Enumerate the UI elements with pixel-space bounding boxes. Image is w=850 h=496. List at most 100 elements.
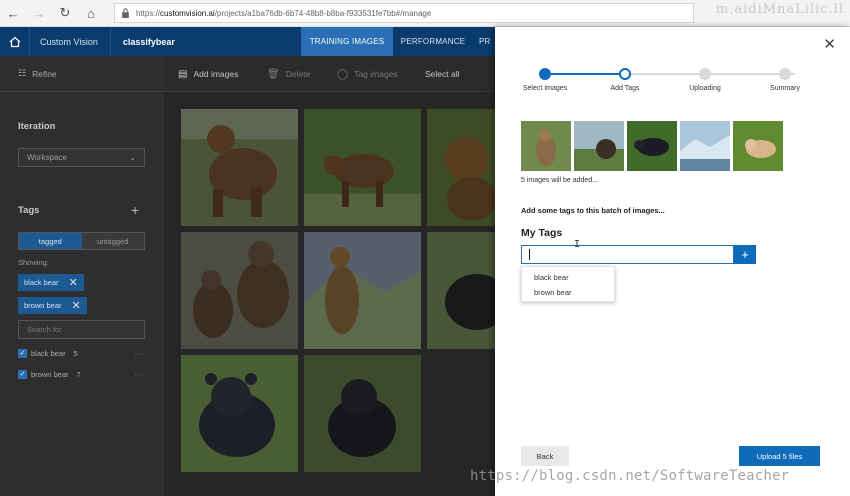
- refresh-icon[interactable]: ↻: [52, 0, 78, 27]
- bear-image-tile[interactable]: [304, 355, 421, 472]
- showing-label: Showing:: [18, 258, 49, 267]
- add-images-label: Add images: [193, 69, 239, 79]
- add-images-button[interactable]: ▤ Add images: [178, 56, 238, 92]
- refine-button[interactable]: ☷ Refine: [0, 56, 164, 92]
- brown-bear-photo: [181, 109, 298, 226]
- bear-image-tile[interactable]: [304, 109, 421, 226]
- remove-chip-icon[interactable]: ✕: [69, 276, 78, 289]
- bear-image-tile[interactable]: [427, 109, 495, 226]
- forward-arrow-icon[interactable]: →: [26, 0, 52, 27]
- step-label: Summary: [770, 85, 800, 92]
- tag-search-input[interactable]: Search for: [18, 320, 145, 339]
- filter-chip-label: black bear: [24, 278, 59, 287]
- brown-bear-photo: [181, 232, 298, 349]
- left-sidebar: ☷ Refine Iteration Workspace ⌄ Tags + ta…: [0, 56, 164, 496]
- batch-tag-prompt: Add some tags to this batch of images...: [521, 206, 665, 215]
- add-images-dialog: ✕ Select Images Add Tags Uploading Summa…: [495, 27, 850, 496]
- app-home-button[interactable]: [0, 27, 30, 56]
- bear-image-tile[interactable]: [181, 355, 298, 472]
- upload-files-button[interactable]: Upload 5 files: [739, 446, 820, 466]
- ibeam-cursor-icon: I: [574, 239, 581, 250]
- tag-icon: ◯: [337, 68, 349, 80]
- brown-bear-photo: [304, 109, 421, 226]
- my-tags-heading: My Tags: [521, 227, 563, 239]
- black-bear-photo: [304, 355, 421, 472]
- tab-training-images[interactable]: TRAINING IMAGES: [301, 27, 393, 56]
- more-options-icon[interactable]: ···: [135, 370, 146, 379]
- tag-list-item[interactable]: ✓ brown bear 7 ···: [18, 367, 145, 381]
- step-dot-current: [619, 68, 631, 80]
- selected-image-thumb: [574, 121, 624, 171]
- remove-chip-icon[interactable]: ✕: [72, 299, 81, 312]
- filter-chip-black-bear: black bear ✕: [18, 274, 84, 291]
- selected-image-thumb: [627, 121, 677, 171]
- more-options-icon[interactable]: ···: [135, 349, 146, 358]
- add-image-icon: ▤: [178, 68, 188, 80]
- tag-suggestion-item[interactable]: black bear: [522, 270, 614, 285]
- back-arrow-icon[interactable]: ←: [0, 0, 26, 27]
- add-tag-button[interactable]: +: [734, 245, 756, 264]
- tag-list-item[interactable]: ✓ black bear 5 ···: [18, 346, 145, 360]
- filter-chip-label: brown bear: [24, 301, 62, 310]
- trash-icon: 🗑: [267, 68, 280, 80]
- selected-images-strip: [521, 121, 783, 171]
- watermark-top: m.aidiMnaLilic.ll: [715, 2, 844, 17]
- bear-image-tile[interactable]: [304, 232, 421, 349]
- selected-image-thumb: [680, 121, 730, 171]
- step-label: Select Images: [522, 85, 568, 92]
- home-icon[interactable]: ⌂: [78, 0, 104, 27]
- text-caret: [529, 249, 530, 260]
- brown-bear-photo: [304, 232, 421, 349]
- tag-input[interactable]: [521, 245, 734, 264]
- step-line-complete: [545, 73, 625, 75]
- app-name[interactable]: Custom Vision: [30, 27, 111, 56]
- iteration-select-value: Workspace: [27, 153, 67, 162]
- tag-suggestions-dropdown: black bear brown bear: [521, 266, 615, 302]
- tagged-toggle: tagged untagged: [18, 232, 145, 250]
- image-grid: [164, 92, 495, 496]
- project-name[interactable]: classifybear: [111, 37, 175, 47]
- iteration-select[interactable]: Workspace ⌄: [18, 148, 145, 167]
- delete-label: Delete: [285, 69, 311, 79]
- black-bear-photo: [181, 355, 298, 472]
- selected-image-thumb: [521, 121, 571, 171]
- tab-performance[interactable]: PERFORMANCE: [396, 27, 470, 56]
- refine-label: Refine: [32, 68, 57, 79]
- step-dot-complete: [539, 68, 551, 80]
- close-icon[interactable]: ✕: [823, 35, 836, 53]
- house-icon: [9, 36, 20, 47]
- tag-images-button[interactable]: ◯ Tag images: [337, 56, 398, 92]
- image-toolbar: ▤ Add images 🗑 Delete ◯ Tag images Selec…: [164, 56, 495, 92]
- tag-suggestion-item[interactable]: brown bear: [522, 285, 614, 300]
- refine-icon: ☷: [18, 68, 27, 78]
- bear-image-tile[interactable]: [181, 232, 298, 349]
- url-prefix: https://: [136, 8, 161, 18]
- url-path: /projects/a1ba76db-6b74-48b8-b8ba-f93353…: [214, 8, 432, 18]
- select-all-button[interactable]: Select all: [425, 56, 460, 92]
- add-tag-plus-icon[interactable]: +: [131, 202, 139, 218]
- chevron-down-icon: ⌄: [129, 153, 136, 162]
- brown-bear-photo: [427, 109, 495, 226]
- tags-title: Tags: [18, 205, 40, 216]
- checkbox-checked-icon[interactable]: ✓: [18, 369, 27, 379]
- step-label: Uploading: [689, 85, 721, 92]
- tag-images-label: Tag images: [354, 69, 398, 79]
- black-bear-photo: [427, 232, 495, 349]
- back-button[interactable]: Back: [521, 446, 569, 466]
- tagged-option[interactable]: tagged: [19, 233, 82, 249]
- untagged-option[interactable]: untagged: [81, 233, 144, 249]
- tab-predictions[interactable]: PR: [479, 27, 495, 56]
- images-count-text: 5 images will be added...: [521, 177, 599, 184]
- iteration-title: Iteration: [18, 121, 56, 132]
- bear-image-tile[interactable]: [181, 109, 298, 226]
- checkbox-checked-icon[interactable]: ✓: [18, 348, 27, 358]
- tag-count: 5: [73, 348, 78, 358]
- tag-count: 7: [76, 369, 81, 379]
- tag-name: brown bear: [31, 369, 69, 379]
- upload-stepper: Select Images Add Tags Uploading Summary: [523, 67, 805, 107]
- delete-button[interactable]: 🗑 Delete: [267, 56, 310, 92]
- step-label: Add Tags: [610, 85, 640, 92]
- tag-name: black bear: [31, 348, 66, 358]
- bear-image-tile[interactable]: [427, 232, 495, 349]
- address-bar[interactable]: https://customvision.ai/projects/a1ba76d…: [114, 3, 694, 23]
